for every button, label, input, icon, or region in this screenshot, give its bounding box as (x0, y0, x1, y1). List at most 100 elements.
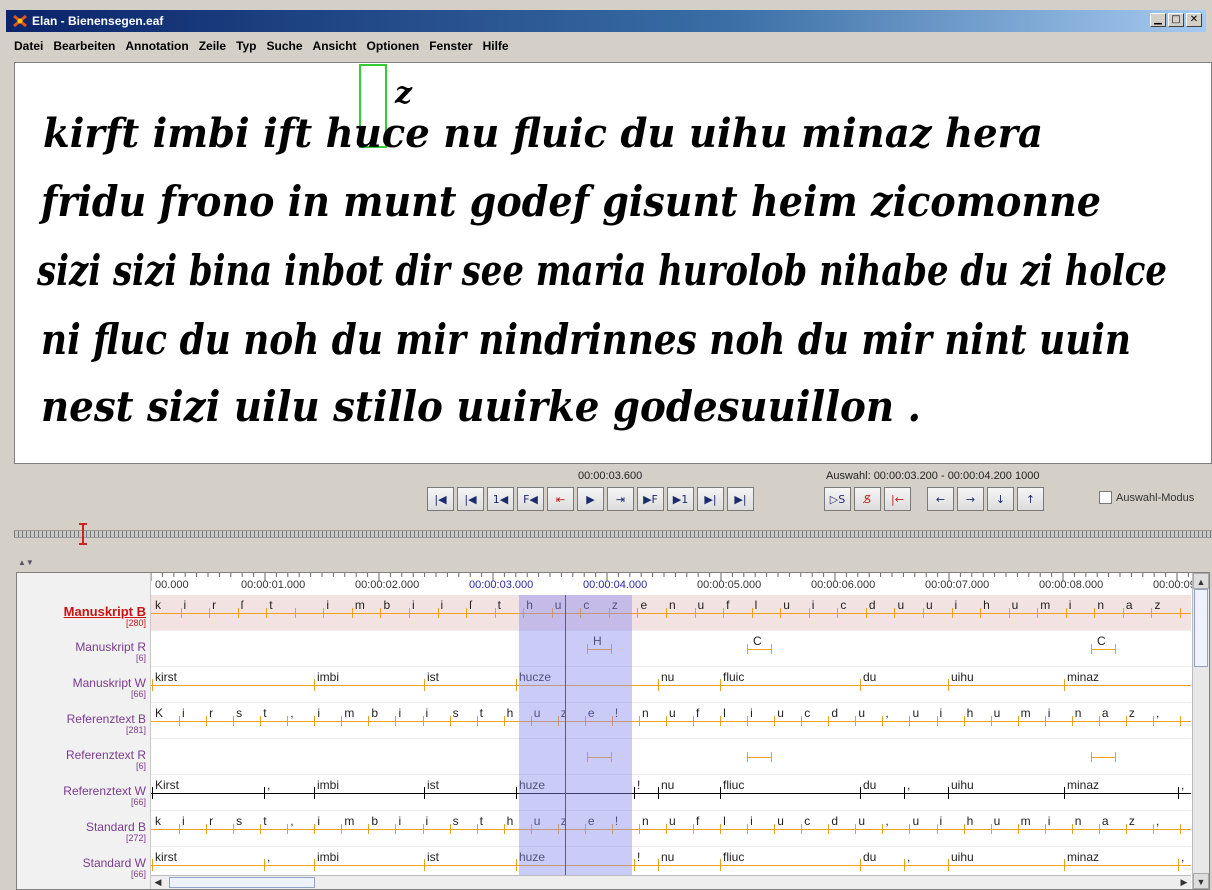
annotation-boundary[interactable] (351, 608, 353, 618)
annotation[interactable]: h (983, 598, 990, 612)
annotation-boundary[interactable] (948, 679, 949, 691)
annotation[interactable]: c (840, 598, 846, 612)
annotation[interactable]: h (967, 706, 974, 720)
annotation-boundary[interactable] (368, 824, 370, 834)
annotation[interactable]: minaz (1067, 778, 1099, 792)
annotation[interactable]: b (371, 814, 378, 828)
annotation-boundary[interactable] (1152, 716, 1154, 726)
menu-bearbeiten[interactable]: Bearbeiten (53, 39, 115, 53)
menu-zeile[interactable]: Zeile (199, 39, 226, 53)
scrubber-marker-icon[interactable] (78, 522, 88, 546)
tier-label[interactable]: Referenztext W [66] (63, 785, 146, 807)
annotation[interactable]: C (1097, 634, 1106, 648)
annotation[interactable]: f (696, 814, 699, 828)
annotation-boundary[interactable] (720, 859, 721, 871)
annotation[interactable]: i (441, 598, 444, 612)
annotation-boundary[interactable] (233, 824, 235, 834)
annotation-boundary[interactable] (1180, 824, 1181, 834)
time-ruler[interactable]: 00.000 00:00:01.000 00:00:02.000 00:00:03.0… (151, 573, 1196, 595)
annotation[interactable]: h (967, 814, 974, 828)
annotation[interactable]: z (1129, 706, 1135, 720)
annotation[interactable]: m (1040, 598, 1050, 612)
annotation-boundary[interactable] (209, 608, 211, 618)
annotation-boundary[interactable] (808, 608, 810, 618)
annotation[interactable]: Kirst (155, 778, 179, 792)
annotation[interactable]: , (1156, 814, 1159, 828)
annotation-boundary[interactable] (395, 716, 397, 726)
annotation-boundary[interactable] (860, 787, 861, 799)
annotation[interactable]: s (453, 706, 459, 720)
clear-selection-button[interactable]: S̸ (854, 487, 881, 511)
annotation[interactable]: t (480, 706, 483, 720)
annotation-boundary[interactable] (1180, 608, 1181, 618)
annotation-boundary[interactable] (1008, 608, 1010, 618)
annotation-boundary[interactable] (287, 716, 289, 726)
annotation-boundary[interactable] (658, 787, 659, 799)
annotation-boundary[interactable] (476, 716, 478, 726)
annotation[interactable]: du (863, 778, 876, 792)
annotation-boundary[interactable] (747, 716, 749, 726)
annotation[interactable]: ſ (469, 598, 472, 612)
menu-datei[interactable]: Datei (14, 39, 43, 53)
annotation-boundary[interactable] (909, 824, 911, 834)
annotation-boundary[interactable] (314, 679, 315, 691)
annotation-boundary[interactable] (152, 679, 153, 691)
annotation-span[interactable] (1091, 649, 1115, 650)
previous-annotation-button[interactable]: ← (927, 487, 954, 511)
annotation[interactable]: i (317, 706, 320, 720)
annotation-boundary[interactable] (260, 716, 262, 726)
annotation-boundary[interactable] (1125, 716, 1127, 726)
annotation[interactable]: m (344, 814, 354, 828)
scroll-left-icon[interactable]: ◀ (151, 876, 165, 889)
annotation-boundary[interactable] (1125, 824, 1127, 834)
annotation-boundary[interactable] (828, 824, 830, 834)
annotation-boundary[interactable] (936, 716, 938, 726)
annotation[interactable]: , (1181, 850, 1184, 864)
annotation-boundary[interactable] (1098, 716, 1100, 726)
annotation-boundary[interactable] (341, 716, 343, 726)
annotation-boundary[interactable] (774, 716, 776, 726)
collapse-arrows-icon[interactable]: ▲▼ (18, 558, 34, 567)
annotation[interactable]: t (263, 706, 266, 720)
annotation[interactable]: z (1154, 598, 1160, 612)
annotation[interactable]: u (994, 706, 1001, 720)
annotation-boundary[interactable] (494, 608, 496, 618)
annotation-boundary[interactable] (860, 679, 861, 691)
annotation-boundary[interactable] (516, 859, 517, 871)
annotation[interactable]: t (480, 814, 483, 828)
annotation-boundary[interactable] (948, 787, 949, 799)
annotation-boundary[interactable] (476, 824, 478, 834)
annotation-boundary[interactable] (828, 716, 830, 726)
annotation[interactable]: i (426, 814, 429, 828)
annotation-boundary[interactable] (855, 716, 857, 726)
annotation[interactable]: K (155, 706, 163, 720)
annotation[interactable]: uihu (951, 850, 974, 864)
annotation-boundary[interactable] (409, 608, 410, 618)
forward-one-second-button[interactable]: ▶1 (667, 487, 694, 511)
annotation-boundary[interactable] (1071, 824, 1073, 834)
previous-frame-step-button[interactable]: F◀ (517, 487, 544, 511)
annotation[interactable]: u (777, 814, 784, 828)
annotation-boundary[interactable] (266, 608, 268, 618)
annotation[interactable]: d (831, 706, 838, 720)
annotation-boundary[interactable] (1037, 608, 1039, 618)
annotation[interactable]: , (1156, 706, 1159, 720)
annotation[interactable]: u (994, 814, 1001, 828)
annotation-boundary[interactable] (747, 644, 748, 654)
annotation-boundary[interactable] (904, 859, 905, 871)
annotation[interactable]: ist (427, 778, 439, 792)
go-to-begin-button[interactable]: |◀ (427, 487, 454, 511)
annotation[interactable]: i (750, 706, 753, 720)
annotation[interactable]: n (642, 814, 649, 828)
annotation-boundary[interactable] (747, 824, 749, 834)
annotation-boundary[interactable] (264, 859, 265, 871)
annotation[interactable]: u (783, 598, 790, 612)
tier-label[interactable]: Standard B [272] (86, 821, 146, 843)
annotation[interactable]: i (398, 706, 401, 720)
annotation-boundary[interactable] (1122, 608, 1124, 618)
annotation[interactable]: u (858, 706, 865, 720)
annotation-span[interactable] (1091, 757, 1115, 758)
annotation[interactable]: f (726, 598, 729, 612)
annotation[interactable]: d (869, 598, 876, 612)
annotation[interactable]: ! (637, 850, 640, 864)
